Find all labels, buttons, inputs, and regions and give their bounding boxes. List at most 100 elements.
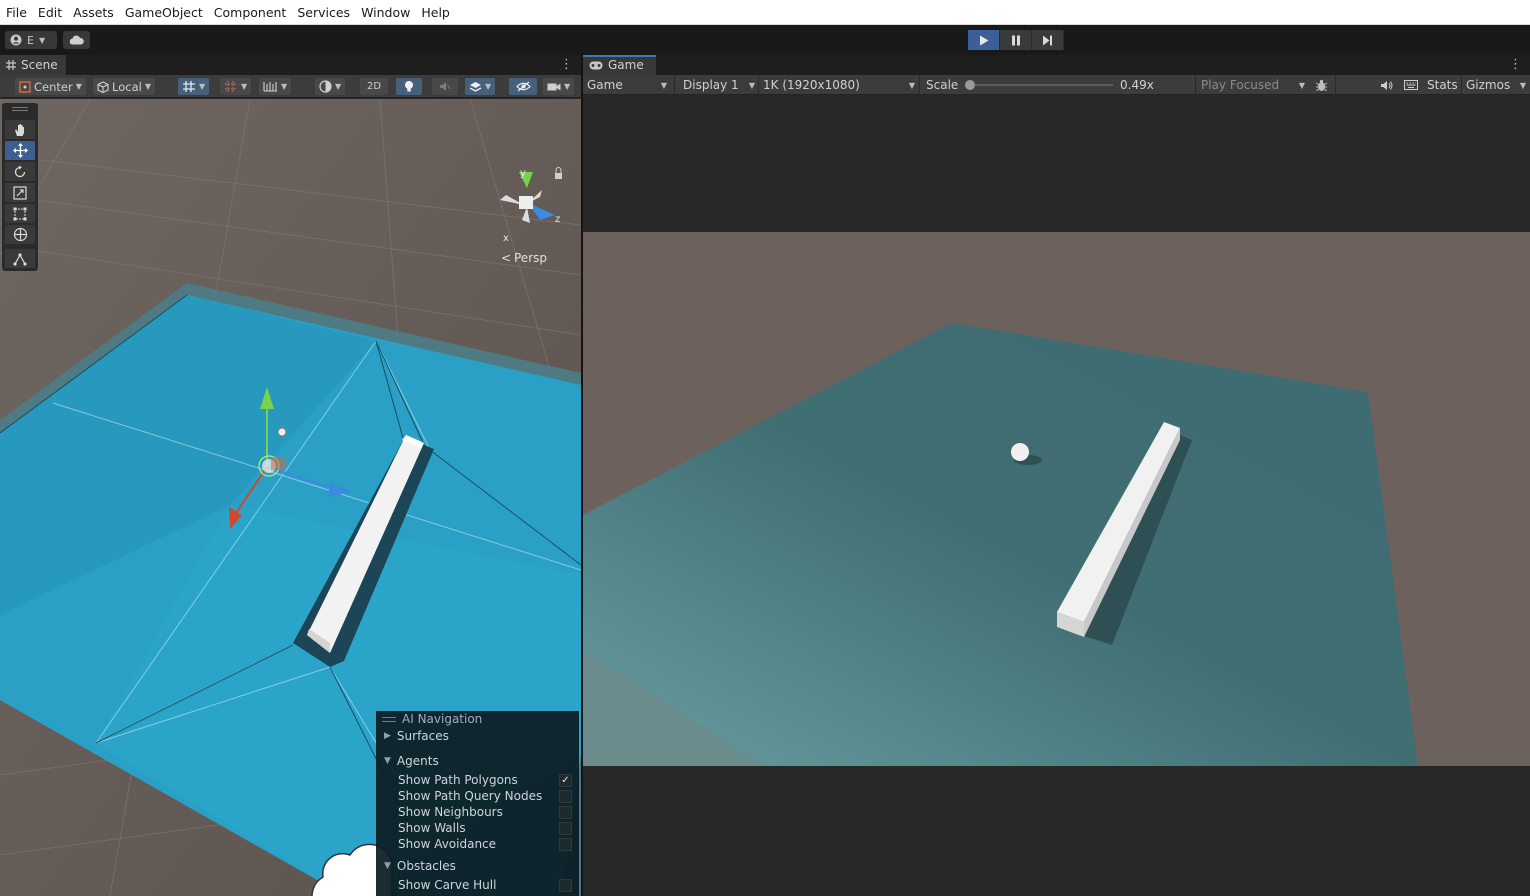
agent-option-show-walls[interactable]: Show Walls — [376, 820, 579, 836]
grid-snapping-button[interactable]: ▼ — [178, 78, 210, 95]
game-toolbar: Game ▼ Display 1 ▼ 1K (1920x1080) ▼ Scal… — [583, 75, 1530, 95]
increment-snap-button[interactable]: ▼ — [259, 78, 292, 95]
hand-icon — [15, 123, 24, 136]
step-button[interactable] — [1032, 30, 1064, 50]
scene-effects-dropdown[interactable]: ▼ — [465, 78, 496, 95]
scene-toolbar: Center ▼ Local ▼ ▼ ▼ ▼ ▼ 2D ▼ ▼ — [0, 75, 581, 98]
rect-transform-icon — [13, 207, 27, 220]
checkbox[interactable] — [559, 878, 572, 892]
scene-visibility-button[interactable] — [509, 78, 537, 95]
checkbox[interactable] — [559, 805, 572, 819]
checkbox[interactable] — [559, 821, 572, 835]
surfaces-section[interactable]: ▶ Surfaces — [376, 728, 579, 744]
scale-tool-button[interactable] — [5, 183, 35, 202]
2d-mode-button[interactable]: 2D — [360, 78, 388, 95]
scene-more-icon[interactable]: ⋮ — [560, 57, 573, 72]
play-mode-select-value: Play Focused — [1201, 78, 1280, 92]
view-select-value: Game — [587, 78, 623, 92]
cloud-button[interactable] — [63, 31, 90, 49]
transform-tool-button[interactable] — [5, 225, 35, 244]
move-tool-button[interactable] — [5, 141, 35, 160]
lock-icon[interactable] — [555, 173, 562, 179]
ai-navigation-header[interactable]: AI Navigation — [376, 711, 579, 727]
play-mode-select[interactable]: Play Focused ▼ — [1201, 75, 1305, 95]
chevron-down-icon: ▼ — [75, 82, 82, 91]
agent-option-show-path-query-nodes[interactable]: Show Path Query Nodes — [376, 788, 579, 804]
grid-visibility-icon — [225, 81, 237, 92]
account-button[interactable]: E ▼ — [5, 31, 57, 49]
shortcuts-button[interactable] — [1403, 75, 1419, 95]
scene-camera-dropdown[interactable]: ▼ — [543, 78, 575, 95]
grid-visibility-button[interactable]: ▼ — [220, 78, 252, 95]
rotate-icon — [14, 165, 26, 177]
lightbulb-icon — [405, 81, 413, 92]
bug-icon — [1315, 79, 1327, 91]
cloud-icon — [69, 35, 84, 45]
menu-help[interactable]: Help — [416, 5, 455, 20]
checkbox[interactable] — [559, 837, 572, 851]
pivot-space-dropdown[interactable]: Local ▼ — [93, 78, 155, 95]
stats-button[interactable]: Stats — [1427, 75, 1458, 95]
ai-navigation-title: AI Navigation — [402, 712, 483, 726]
draw-mode-dropdown[interactable]: ▼ — [315, 78, 346, 95]
tab-scene-label: Scene — [21, 58, 58, 72]
agent-option-show-neighbours[interactable]: Show Neighbours — [376, 804, 579, 820]
resolution-select[interactable]: 1K (1920x1080) ▼ — [763, 75, 915, 95]
tab-game[interactable]: Game — [583, 55, 656, 75]
chevron-down-icon: ▼ — [564, 82, 571, 91]
rotate-tool-button[interactable] — [5, 162, 35, 181]
rect-tool-button[interactable] — [5, 204, 35, 223]
menu-services[interactable]: Services — [292, 5, 355, 20]
agent-option-show-avoidance[interactable]: Show Avoidance — [376, 836, 579, 852]
menu-edit[interactable]: Edit — [33, 5, 67, 20]
menu-component[interactable]: Component — [209, 5, 292, 20]
checkbox-checked[interactable]: ✓ — [559, 773, 572, 787]
shading-mode-icon — [319, 80, 332, 93]
resolution-select-value: 1K (1920x1080) — [763, 78, 860, 92]
custom-tool-button[interactable] — [5, 249, 35, 268]
chevron-down-icon: ▼ — [199, 82, 206, 91]
persp-label[interactable]: Persp — [514, 251, 547, 265]
game-more-icon[interactable]: ⋮ — [1509, 57, 1522, 72]
collapsed-arrow-icon: ▶ — [384, 731, 391, 741]
account-icon — [10, 34, 22, 46]
gizmos-dropdown[interactable]: Gizmos ▼ — [1466, 75, 1526, 95]
tab-game-label: Game — [608, 58, 644, 72]
obstacle-option-show-carve-hull[interactable]: Show Carve Hull — [376, 877, 579, 893]
tab-scene[interactable]: Scene — [0, 55, 66, 75]
menu-window[interactable]: Window — [356, 5, 415, 20]
pause-button[interactable] — [1000, 30, 1032, 50]
expanded-arrow-icon: ▼ — [384, 861, 391, 871]
audio-muted-icon — [440, 82, 451, 91]
surfaces-label: Surfaces — [396, 729, 449, 743]
scene-audio-button[interactable] — [432, 78, 458, 95]
checkbox[interactable] — [559, 789, 572, 803]
grid-icon — [6, 60, 16, 70]
expanded-arrow-icon: ▼ — [384, 756, 391, 766]
display-select[interactable]: Display 1 ▼ — [683, 75, 755, 95]
chevron-down-icon: ▼ — [485, 82, 492, 91]
scale-value: 0.49x — [1120, 78, 1154, 92]
game-view[interactable] — [583, 96, 1530, 896]
view-select[interactable]: Game ▼ — [587, 75, 671, 95]
axis-x-label: x — [503, 233, 509, 244]
scene-lighting-button[interactable] — [396, 78, 422, 95]
agent-option-show-path-polygons[interactable]: Show Path Polygons ✓ — [376, 772, 579, 788]
frame-debugger-button[interactable] — [1313, 75, 1329, 95]
scale-slider-thumb[interactable] — [965, 80, 975, 90]
persp-icon: < — [501, 251, 511, 265]
play-button[interactable] — [968, 30, 1000, 50]
obstacles-section[interactable]: ▼ Obstacles — [376, 858, 579, 874]
menu-file[interactable]: File — [1, 5, 32, 20]
agents-section[interactable]: ▼ Agents — [376, 753, 579, 769]
agents-label: Agents — [396, 754, 439, 768]
pivot-mode-dropdown[interactable]: Center ▼ — [15, 78, 86, 95]
drag-handle-icon[interactable] — [382, 716, 396, 722]
menu-assets[interactable]: Assets — [68, 5, 119, 20]
menu-gameobject[interactable]: GameObject — [120, 5, 208, 20]
grid-snap-icon — [183, 81, 195, 92]
hand-tool-button[interactable] — [5, 120, 35, 139]
scale-slider[interactable] — [965, 75, 1115, 95]
custom-tool-icon — [13, 252, 27, 266]
mute-audio-button[interactable] — [1378, 75, 1394, 95]
